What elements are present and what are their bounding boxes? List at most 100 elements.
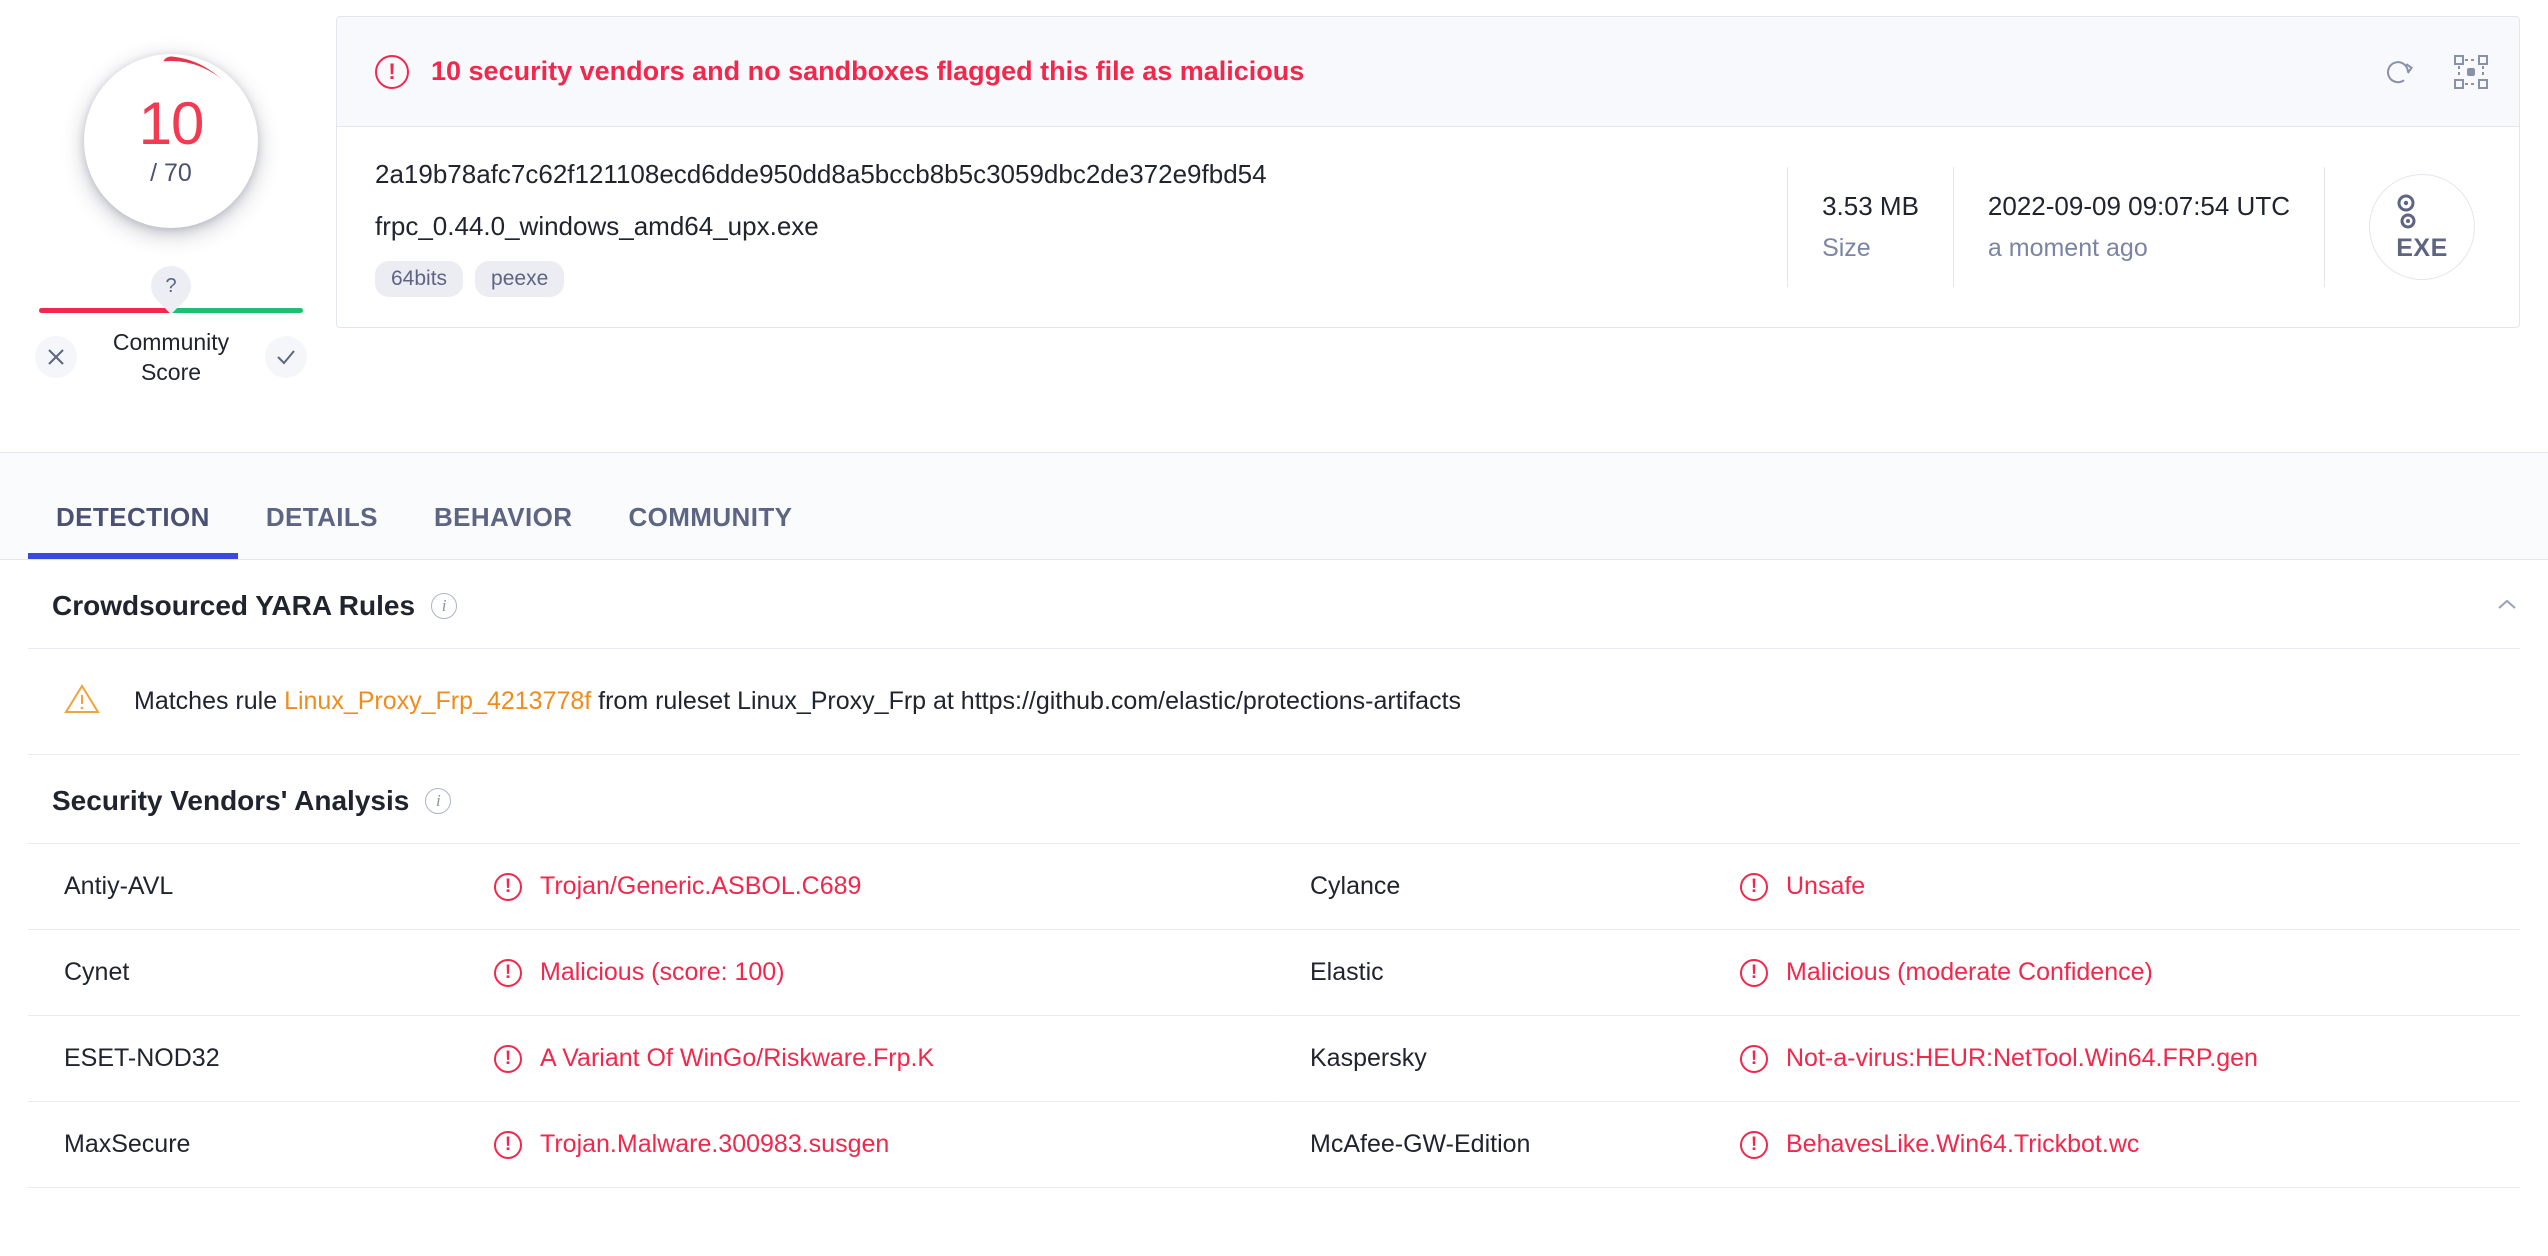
exe-label: EXE xyxy=(2396,234,2448,263)
file-summary-header: 10 / 70 ? Community xyxy=(0,0,2548,452)
vendor-verdict-text: Malicious (score: 100) xyxy=(540,958,785,987)
exclamation-circle-icon: ! xyxy=(494,873,522,901)
report-tabs: DETECTION DETAILS BEHAVIOR COMMUNITY xyxy=(0,452,2548,560)
vendor-verdict: ! Unsafe xyxy=(1740,872,1865,901)
close-icon xyxy=(45,346,67,368)
detection-total: / 70 xyxy=(150,159,192,188)
similar-graph-icon xyxy=(2453,54,2489,90)
file-type-column: EXE xyxy=(2324,167,2519,287)
community-score-widget: ? Community Score xyxy=(35,266,307,387)
community-score-label: Community Score xyxy=(77,327,265,387)
file-tag-64bits[interactable]: 64bits xyxy=(375,261,463,297)
vendor-name: Elastic xyxy=(1310,958,1740,987)
yara-match-row: Matches rule Linux_Proxy_Frp_4213778f fr… xyxy=(28,648,2520,755)
vendor-verdict: ! Trojan/Generic.ASBOL.C689 xyxy=(494,872,861,901)
yara-text-after: from ruleset Linux_Proxy_Frp at https://… xyxy=(591,687,1461,715)
community-score-marker-label: ? xyxy=(165,275,176,298)
community-score-row: Community Score xyxy=(35,327,307,387)
vendor-verdict-text: Not-a-virus:HEUR:NetTool.Win64.FRP.gen xyxy=(1786,1044,2258,1073)
warning-triangle-icon xyxy=(64,683,100,715)
community-score-marker: ? xyxy=(143,258,200,315)
vendor-cell: McAfee-GW-Edition ! BehavesLike.Win64.Tr… xyxy=(1274,1102,2520,1188)
warning-triangle-button xyxy=(64,683,100,720)
vendor-cell: Kaspersky ! Not-a-virus:HEUR:NetTool.Win… xyxy=(1274,1016,2520,1102)
yara-title: Crowdsourced YARA Rules xyxy=(52,590,415,622)
exclamation-circle-icon: ! xyxy=(494,1131,522,1159)
vendor-cell: ESET-NOD32 ! A Variant Of WinGo/Riskware… xyxy=(28,1016,1274,1102)
vendor-name: Antiy-AVL xyxy=(64,872,494,901)
exclamation-circle-icon: ! xyxy=(1740,873,1768,901)
exclamation-circle-icon: ! xyxy=(1740,1045,1768,1073)
table-row: Antiy-AVL ! Trojan/Generic.ASBOL.C689 Cy… xyxy=(28,844,2520,930)
alert-actions xyxy=(2381,54,2489,90)
tab-details[interactable]: DETAILS xyxy=(238,502,406,559)
table-row: Cynet ! Malicious (score: 100) Elastic !… xyxy=(28,930,2520,1016)
community-upvote-button[interactable] xyxy=(265,336,307,378)
community-score-negative xyxy=(39,308,171,313)
file-size-value: 3.53 MB xyxy=(1822,188,1919,224)
file-details-row: 2a19b78afc7c62f121108ecd6dde950dd8a5bccb… xyxy=(337,127,2519,327)
vendor-verdict: ! BehavesLike.Win64.Trickbot.wc xyxy=(1740,1130,2139,1159)
vendor-cell: Cylance ! Unsafe xyxy=(1274,844,2520,930)
community-downvote-button[interactable] xyxy=(35,336,77,378)
vendor-name: Kaspersky xyxy=(1310,1044,1740,1073)
vendor-verdict: ! A Variant Of WinGo/Riskware.Frp.K xyxy=(494,1044,934,1073)
vendor-cell: Elastic ! Malicious (moderate Confidence… xyxy=(1274,930,2520,1016)
file-hash: 2a19b78afc7c62f121108ecd6dde950dd8a5bccb… xyxy=(375,157,1749,191)
tab-community[interactable]: COMMUNITY xyxy=(600,502,820,559)
community-score-positive xyxy=(171,308,303,313)
yara-section-header: Crowdsourced YARA Rules i xyxy=(0,560,2548,648)
yara-collapse-button[interactable] xyxy=(2494,593,2520,619)
vendor-cell: MaxSecure ! Trojan.Malware.300983.susgen xyxy=(28,1102,1274,1188)
tab-behavior[interactable]: BEHAVIOR xyxy=(406,502,601,559)
check-icon xyxy=(274,345,298,369)
detection-gauge: 10 / 70 xyxy=(60,30,282,252)
file-size-column: 3.53 MB Size xyxy=(1787,167,1953,287)
chevron-up-icon xyxy=(2494,597,2520,613)
vendor-verdict-text: A Variant Of WinGo/Riskware.Frp.K xyxy=(540,1044,934,1073)
vendor-verdict: ! Trojan.Malware.300983.susgen xyxy=(494,1130,889,1159)
yara-match-text: Matches rule Linux_Proxy_Frp_4213778f fr… xyxy=(134,687,1461,716)
detection-score-panel: 10 / 70 ? Community xyxy=(28,16,314,387)
security-vendors-table: Antiy-AVL ! Trojan/Generic.ASBOL.C689 Cy… xyxy=(28,843,2520,1188)
reanalyze-icon xyxy=(2381,55,2415,89)
exclamation-circle-icon: ! xyxy=(375,55,409,89)
table-row: MaxSecure ! Trojan.Malware.300983.susgen… xyxy=(28,1102,2520,1188)
file-date-column: 2022-09-09 09:07:54 UTC a moment ago xyxy=(1953,167,2324,287)
detection-count: 10 xyxy=(139,95,204,153)
vendor-verdict-text: Malicious (moderate Confidence) xyxy=(1786,958,2153,987)
vendor-verdict: ! Malicious (moderate Confidence) xyxy=(1740,958,2153,987)
vendor-verdict-text: Trojan.Malware.300983.susgen xyxy=(540,1130,889,1159)
yara-rule-link[interactable]: Linux_Proxy_Frp_4213778f xyxy=(284,687,591,715)
vendor-verdict: ! Malicious (score: 100) xyxy=(494,958,785,987)
vendor-name: MaxSecure xyxy=(64,1130,494,1159)
similar-graph-button[interactable] xyxy=(2453,54,2489,90)
exclamation-circle-icon: ! xyxy=(494,959,522,987)
file-size-label: Size xyxy=(1822,230,1919,266)
reanalyze-button[interactable] xyxy=(2381,55,2415,89)
table-row: ESET-NOD32 ! A Variant Of WinGo/Riskware… xyxy=(28,1016,2520,1102)
info-icon[interactable]: i xyxy=(425,788,451,814)
community-score-label-line2: Score xyxy=(77,357,265,387)
vendors-title: Security Vendors' Analysis xyxy=(52,785,409,817)
exe-file-type-badge: EXE xyxy=(2369,174,2475,280)
exclamation-circle-icon: ! xyxy=(1740,959,1768,987)
vendor-verdict-text: Unsafe xyxy=(1786,872,1865,901)
gauge-center: 10 / 70 xyxy=(91,61,251,221)
vendor-cell: Cynet ! Malicious (score: 100) xyxy=(28,930,1274,1016)
vendors-section-header: Security Vendors' Analysis i xyxy=(0,755,2548,843)
vendor-name: ESET-NOD32 xyxy=(64,1044,494,1073)
vendor-name: Cynet xyxy=(64,958,494,987)
file-tag-peexe[interactable]: peexe xyxy=(475,261,564,297)
file-name: frpc_0.44.0_windows_amd64_upx.exe xyxy=(375,209,1749,243)
tab-detection[interactable]: DETECTION xyxy=(28,502,238,559)
vendor-cell: Antiy-AVL ! Trojan/Generic.ASBOL.C689 xyxy=(28,844,1274,930)
community-score-label-line1: Community xyxy=(77,327,265,357)
gears-icon xyxy=(2394,192,2450,236)
yara-text-before: Matches rule xyxy=(134,687,284,715)
exclamation-circle-icon: ! xyxy=(1740,1131,1768,1159)
file-identity: 2a19b78afc7c62f121108ecd6dde950dd8a5bccb… xyxy=(337,157,1787,297)
info-icon[interactable]: i xyxy=(431,593,457,619)
vendor-name: Cylance xyxy=(1310,872,1740,901)
file-analysis-relative-time: a moment ago xyxy=(1988,230,2290,266)
